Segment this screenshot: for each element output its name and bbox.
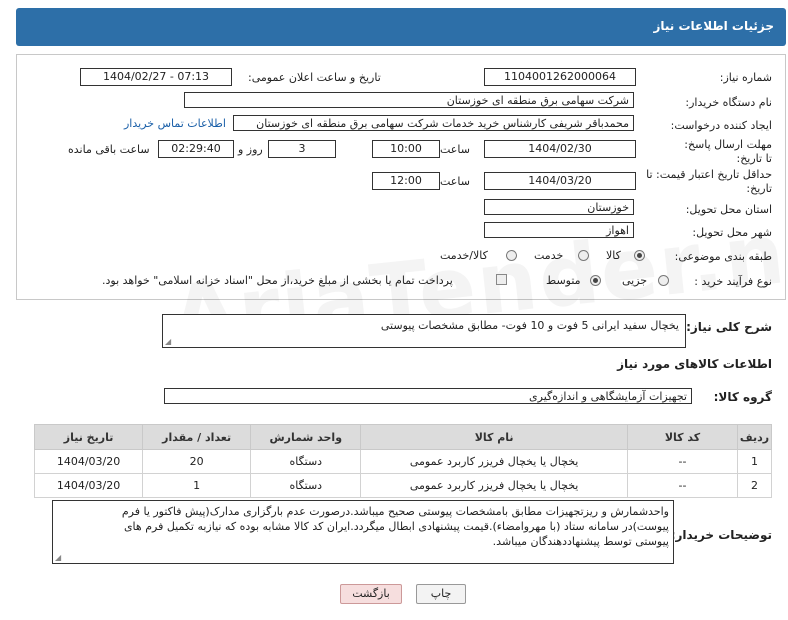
buyer-notes-label: توضیحات خریدار: [670,528,772,542]
validity-date-field: 1404/03/20 [484,172,636,190]
summary-text: یخچال سفید ایرانی 5 فوت و 10 فوت- مطابق … [380,319,679,332]
validity-hour-label: ساعت [440,175,470,188]
page-header: جزئیات اطلاعات نیاز [16,8,786,46]
city-label: شهر محل تحویل: [692,226,772,239]
buyer-notes-line-1: واحدشمارش و ریزتجهیزات مطابق بامشخصات پی… [121,505,669,518]
cell-unit: دستگاه [250,449,362,474]
summary-textarea[interactable]: یخچال سفید ایرانی 5 فوت و 10 فوت- مطابق … [162,314,686,348]
days-field: 3 [268,140,336,158]
deadline-label: مهلت ارسال پاسخ: تا تاریخ: [684,138,772,165]
resize-grip-icon[interactable]: ◢ [55,553,61,562]
remaining-time-field: 02:29:40 [158,140,234,158]
table-row[interactable]: 2 -- یخچال یا یخچال فریزر کاربرد عمومی د… [33,473,772,498]
process-label: نوع فرآیند خرید : [694,275,772,288]
cell-qty: 1 [142,473,252,498]
cell-qty: 20 [142,449,252,474]
goods-table: ردیف کد کالا نام کالا واحد شمارش تعداد /… [33,424,772,498]
cell-unit: دستگاه [250,473,362,498]
col-name: نام کالا [360,424,628,450]
goods-group-label: گروه کالا: [713,390,772,404]
category-option-service: خدمت [534,249,564,262]
page-title: جزئیات اطلاعات نیاز [653,19,774,33]
need-number-field: 1104001262000064 [484,68,636,86]
process-radio-minor[interactable] [658,275,669,286]
creator-label: ایجاد کننده درخواست: [670,119,772,132]
cell-name: یخچال یا یخچال فریزر کاربرد عمومی [360,473,628,498]
province-label: استان محل تحویل: [685,203,772,216]
cell-date: 1404/03/20 [33,449,144,474]
resize-grip-icon[interactable]: ◢ [165,337,171,346]
buyer-notes-textarea[interactable]: واحدشمارش و ریزتجهیزات مطابق بامشخصات پی… [52,500,674,564]
process-option-medium: متوسط [546,274,581,287]
treasury-payment-checkbox[interactable] [496,274,507,285]
days-label: روز و [238,143,263,156]
buyer-notes-line-2: پیوست)در سامانه ستاد (با مهروامضاء).قیمت… [123,520,669,533]
process-radio-medium[interactable] [590,275,601,286]
cell-row: 2 [737,473,772,498]
announce-date-label: تاریخ و ساعت اعلان عمومی: [248,71,381,84]
col-row: ردیف [737,424,772,450]
announce-date-field: 1404/02/27 - 07:13 [80,68,232,86]
buyer-contact-link[interactable]: اطلاعات تماس خریدار [124,117,226,130]
cell-row: 1 [737,449,772,474]
need-number-label: شماره نیاز: [719,71,772,84]
cell-code: -- [626,449,739,474]
city-field: اهواز [484,222,634,238]
table-row[interactable]: 1 -- یخچال یا یخچال فریزر کاربرد عمومی د… [33,449,772,474]
category-radio-goods-service[interactable] [506,250,517,261]
goods-group-field: تجهیزات آزمایشگاهی و اندازه‌گیری [164,388,692,404]
province-field: خوزستان [484,199,634,215]
category-option-goods-service: کالا/خدمت [440,249,488,262]
treasury-payment-note: پرداخت تمام یا بخشی از مبلغ خرید،از محل … [102,274,453,287]
col-code: کد کالا [626,424,739,450]
goods-table-header: ردیف کد کالا نام کالا واحد شمارش تعداد /… [33,424,772,450]
cell-code: -- [626,473,739,498]
deadline-time-field: 10:00 [372,140,440,158]
deadline-hour-label: ساعت [440,143,470,156]
col-date: تاریخ نیاز [33,424,144,450]
cell-date: 1404/03/20 [33,473,144,498]
summary-label: شرح کلی نیاز: [686,320,772,334]
category-label: طبقه بندی موضوعی: [674,250,772,263]
back-button[interactable]: بازگشت [340,584,402,604]
category-option-goods: کالا [606,249,621,262]
buyer-notes-line-3: پیوستی توسط پیشنهاددهندگان میباشد. [492,535,669,548]
deadline-date-field: 1404/02/30 [484,140,636,158]
remaining-label: ساعت باقی مانده [68,143,150,156]
validity-label: حداقل تاریخ اعتبار قیمت: تا تاریخ: [646,168,772,195]
process-option-minor: جزیی [622,274,648,287]
validity-time-field: 12:00 [372,172,440,190]
goods-section-title: اطلاعات کالاهای مورد نیاز [617,357,772,371]
col-qty: تعداد / مقدار [142,424,252,450]
creator-field: محمدباقر شریفی کارشناس خرید خدمات شرکت س… [233,115,634,131]
print-button[interactable]: چاپ [416,584,466,604]
buyer-org-label: نام دستگاه خریدار: [685,96,772,109]
cell-name: یخچال یا یخچال فریزر کاربرد عمومی [360,449,628,474]
buyer-org-field: شرکت سهامی برق منطقه ای خوزستان [184,92,634,108]
category-radio-goods[interactable] [634,250,645,261]
col-unit: واحد شمارش [250,424,362,450]
category-radio-service[interactable] [578,250,589,261]
